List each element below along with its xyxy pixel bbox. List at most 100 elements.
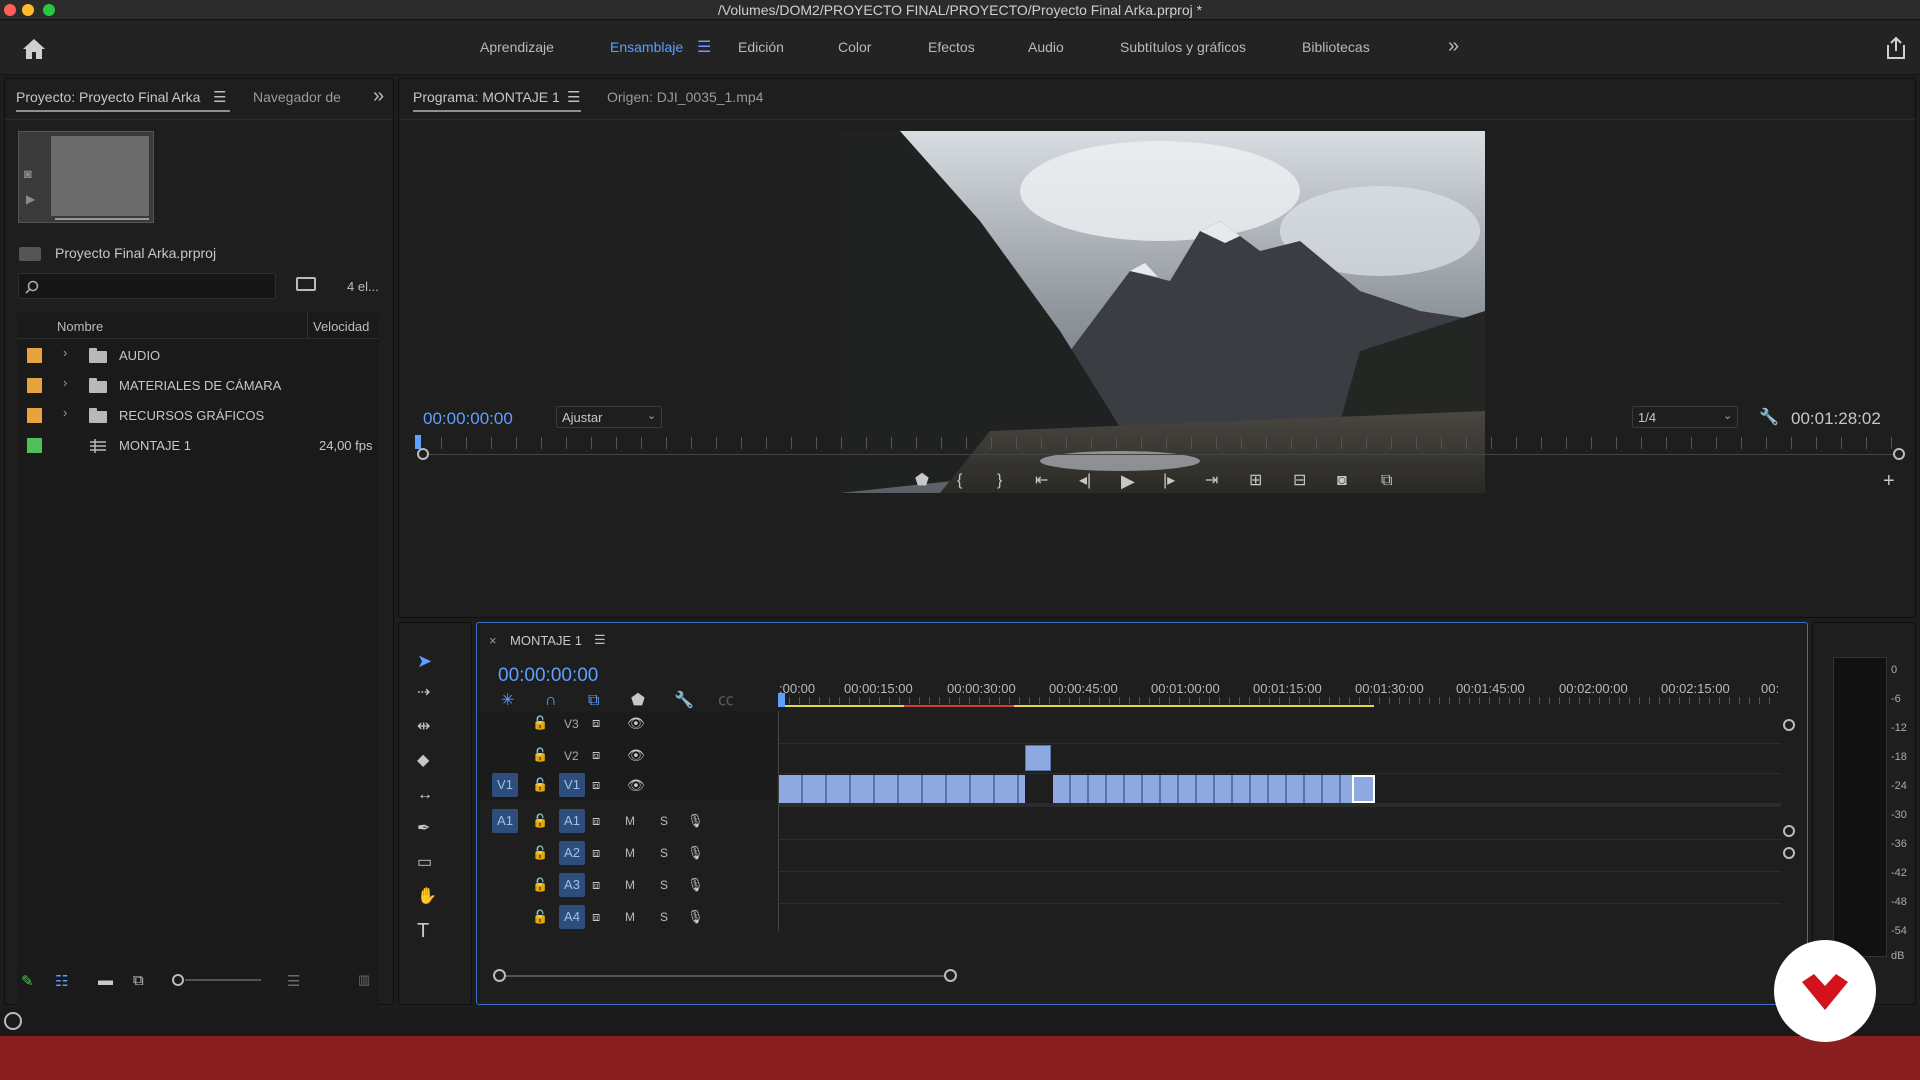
more-panels-icon[interactable]: » [373,85,384,108]
solo-button[interactable]: S [660,878,668,892]
add-marker-icon[interactable]: ⬟ [915,471,929,491]
eye-icon[interactable]: 👁 [627,775,645,795]
eye-icon[interactable]: 👁 [627,713,645,733]
project-menu-icon[interactable]: ☰ [213,88,226,106]
track-select-tool-icon[interactable]: ⇢ [417,683,430,703]
type-tool-icon[interactable]: T [417,921,429,941]
tab-timeline[interactable]: MONTAJE 1 [510,633,582,648]
label-color-swatch[interactable] [27,348,42,363]
zoom-slider-track[interactable] [185,979,261,981]
vscroll-handle-audio-top[interactable] [1783,847,1795,859]
list-item[interactable]: › MATERIALES DE CÁMARA [17,371,379,401]
go-to-in-icon[interactable]: ⇤ [1035,471,1048,491]
status-icon[interactable] [4,1012,22,1030]
lift-icon[interactable]: ⊞ [1249,471,1262,491]
column-header-speed[interactable]: Velocidad [313,319,369,334]
razor-tool-icon[interactable]: ◆ [417,751,429,771]
pencil-icon[interactable]: ✎ [21,972,34,990]
chevron-right-icon[interactable]: › [63,375,67,390]
resolution-dropdown[interactable]: 1/4 ⌄ [1632,406,1738,428]
timeline-zoom-left-handle[interactable] [493,969,506,982]
track-label[interactable]: V3 [564,717,579,731]
label-color-swatch[interactable] [27,378,42,393]
step-back-icon[interactable]: ◂| [1079,471,1091,491]
play-icon[interactable]: ▶ [1121,471,1135,491]
workspace-tab-color[interactable]: Color [838,39,871,55]
snap-icon[interactable]: ∩ [545,691,557,711]
track-label[interactable]: V2 [564,749,579,763]
source-patch-v1[interactable]: V1 [492,773,518,797]
icon-view-icon[interactable]: ▬ [98,972,113,989]
solo-button[interactable]: S [660,910,668,924]
workspace-tab-aprendizaje[interactable]: Aprendizaje [480,39,554,55]
hand-tool-icon[interactable]: ✋ [417,887,437,907]
zoom-handle-left[interactable] [417,448,429,460]
tab-project[interactable]: Proyecto: Proyecto Final Arka [16,89,200,105]
timeline-zoom-right-handle[interactable] [944,969,957,982]
timeline-menu-icon[interactable]: ☰ [594,632,606,648]
selection-tool-icon[interactable]: ➤ [417,651,432,671]
timeline-playhead[interactable] [778,693,785,707]
sync-lock-icon[interactable]: ⧈ [592,843,600,863]
clip-group-v1-b[interactable] [1053,775,1375,803]
microphone-icon[interactable]: 🎙 [687,875,704,895]
track-target-a1[interactable]: A1 [559,809,585,833]
zoom-slider-handle[interactable] [172,974,184,986]
list-item[interactable]: MONTAJE 1 24,00 fps [17,431,379,461]
timeline-zoom-bar[interactable] [499,975,955,977]
lock-icon[interactable]: 🔓 [532,811,548,831]
sort-icon[interactable]: ☰ [287,972,300,990]
tab-program[interactable]: Programa: MONTAJE 1 [413,89,560,105]
close-tab-icon[interactable]: × [489,633,497,648]
sync-lock-icon[interactable]: ⧈ [592,875,600,895]
lock-icon[interactable]: 🔓 [532,843,548,863]
project-search-input[interactable] [18,273,276,299]
thumbnail-scrub-bar[interactable] [55,218,149,220]
label-color-swatch[interactable] [27,438,42,453]
linked-selection-icon[interactable]: ⧉ [588,691,599,711]
fit-dropdown[interactable]: Ajustar ⌄ [556,406,662,428]
nest-toggle-icon[interactable]: ✳ [501,691,514,711]
track-target-a3[interactable]: A3 [559,873,585,897]
automate-icon[interactable]: ▥ [358,972,370,988]
mark-out-icon[interactable]: } [997,471,1002,491]
zoom-bar[interactable] [419,454,1901,455]
new-search-bin-icon[interactable] [296,277,316,291]
workspace-tab-audio[interactable]: Audio [1028,39,1064,55]
track-target-v1[interactable]: V1 [559,773,585,797]
freeform-view-icon[interactable]: ⧉ [133,972,144,989]
mute-button[interactable]: M [625,846,635,860]
mute-button[interactable]: M [625,814,635,828]
solo-button[interactable]: S [660,814,668,828]
lock-icon[interactable]: 🔓 [532,775,548,795]
add-button-icon[interactable]: + [1883,471,1895,491]
play-thumbnail-icon[interactable]: ▶ [26,192,35,206]
zoom-handle-right[interactable] [1893,448,1905,460]
more-workspaces-icon[interactable]: » [1448,35,1459,58]
settings-wrench-icon[interactable]: 🔧 [674,691,694,711]
tab-navigator[interactable]: Navegador de [253,89,341,105]
ripple-edit-tool-icon[interactable]: ⇹ [417,717,430,737]
mute-button[interactable]: M [625,878,635,892]
workspace-menu-icon[interactable]: ☰ [697,37,711,57]
lock-icon[interactable]: 🔓 [532,875,548,895]
sync-lock-icon[interactable]: ⧈ [592,907,600,927]
eye-icon[interactable]: 👁 [627,745,645,765]
sync-lock-icon[interactable]: ⧈ [592,745,600,765]
track-target-a2[interactable]: A2 [559,841,585,865]
pen-tool-icon[interactable]: ✒ [417,819,430,839]
project-thumbnail[interactable]: ◙ ▶ [18,131,154,223]
list-view-icon[interactable]: ☷ [55,972,68,990]
mark-in-icon[interactable]: { [957,471,962,491]
microphone-icon[interactable]: 🎙 [687,907,704,927]
go-to-out-icon[interactable]: ⇥ [1205,471,1218,491]
rectangle-tool-icon[interactable]: ▭ [417,853,432,873]
workspace-tab-ensamblaje[interactable]: Ensamblaje [610,39,683,55]
playhead[interactable] [415,435,421,449]
slip-tool-icon[interactable]: ↔ [417,785,433,805]
sync-lock-icon[interactable]: ⧈ [592,775,600,795]
timeline-timecode[interactable]: 00:00:00:00 [498,665,598,687]
list-item[interactable]: › RECURSOS GRÁFICOS [17,401,379,431]
program-ruler[interactable] [416,437,1906,449]
lock-icon[interactable]: 🔓 [532,713,548,733]
